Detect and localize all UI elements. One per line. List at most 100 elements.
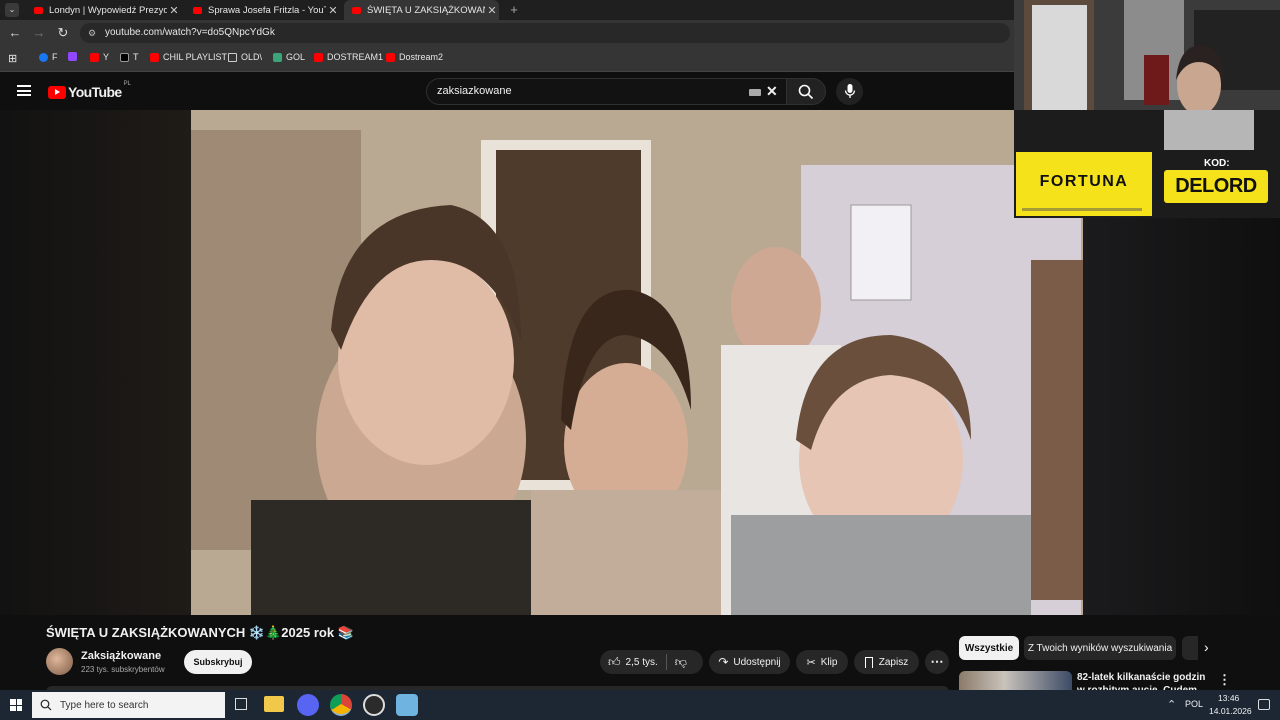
ambient-left xyxy=(0,110,191,615)
keyboard-icon[interactable] xyxy=(749,89,761,96)
browser-tab-active[interactable]: ŚWIĘTA U ZAKSIĄŻKOWANYCH ✕ xyxy=(344,0,499,20)
youtube-logo-text: YouTube xyxy=(68,84,122,100)
bookmark-label: GOL xyxy=(286,52,306,62)
sponsor-name: FORTUNA xyxy=(1039,173,1129,190)
windows-taskbar: Type here to search ⌃ POL 13:46 14.01.20… xyxy=(0,690,1280,720)
bookmarks-bar: ⊞ F Y T CHIL PLAYLIST OLD\ GOL DOSTREAM1… xyxy=(0,45,1014,72)
search-query: zaksiazkowane xyxy=(437,85,512,97)
tab-title: Sprawa Josefa Fritzla - YouTube xyxy=(208,4,326,16)
channel-name[interactable]: Zaksiążkowane xyxy=(81,650,161,662)
thumbs-up-icon: 👍︎ xyxy=(608,654,621,669)
file-explorer-icon[interactable] xyxy=(264,696,284,712)
promo-code-box: DELORD xyxy=(1164,170,1268,203)
youtube-play-icon xyxy=(48,85,66,99)
chip-from-search[interactable]: Z Twoich wyników wyszukiwania xyxy=(1024,636,1176,660)
like-count: 2,5 tys. xyxy=(625,656,658,668)
discord-icon[interactable] xyxy=(297,694,319,716)
bookmark-twitch[interactable] xyxy=(68,52,81,61)
bookmark-folder-old[interactable]: OLD\ xyxy=(228,52,262,62)
video-still-image xyxy=(191,110,1083,615)
new-tab-button[interactable]: + xyxy=(506,2,522,18)
bookmark-dostream2[interactable]: Dostream2 xyxy=(386,52,443,62)
address-bar[interactable]: ⚙ youtube.com/watch?v=do5QNpcYdGk xyxy=(80,23,1010,43)
url-text: youtube.com/watch?v=do5QNpcYdGk xyxy=(105,27,275,38)
dislike-button[interactable]: 👎︎ xyxy=(667,650,687,674)
browser-tab-londyn[interactable]: Londyn | Wypowiedź Prezydenta ✕ xyxy=(26,0,181,20)
recommendation-title[interactable]: 82-latek kilkanaście godzin w rozbitym a… xyxy=(1077,671,1209,691)
folder-icon xyxy=(228,52,237,62)
task-view-icon[interactable] xyxy=(235,698,247,710)
chrome-icon[interactable] xyxy=(330,694,352,716)
tab-title: ŚWIĘTA U ZAKSIĄŻKOWANYCH xyxy=(367,4,485,16)
bookmark-t[interactable]: T xyxy=(120,52,139,62)
hamburger-menu-icon[interactable] xyxy=(17,85,31,96)
close-tab-icon[interactable]: ✕ xyxy=(485,4,499,17)
reload-icon[interactable]: ↻ xyxy=(54,24,72,42)
youtube-icon xyxy=(90,52,99,62)
bookmark-chil-playlist[interactable]: CHIL PLAYLIST xyxy=(150,52,227,62)
system-tray-chevron-icon[interactable]: ⌃ xyxy=(1167,698,1176,711)
clip-button[interactable]: ✂ Klip xyxy=(796,650,848,674)
share-button[interactable]: ↷ Udostępnij xyxy=(709,650,790,674)
clock-date[interactable]: 14.01.2026 xyxy=(1209,706,1252,716)
close-tab-icon[interactable]: ✕ xyxy=(167,4,181,17)
subscribe-button[interactable]: Subskrybuj xyxy=(184,650,252,674)
bookmark-label: T xyxy=(133,52,139,62)
browser-tab-fritzl[interactable]: Sprawa Josefa Fritzla - YouTube ✕ xyxy=(185,0,340,20)
chip-all[interactable]: Wszystkie xyxy=(959,636,1019,660)
site-info-icon[interactable]: ⚙ xyxy=(88,23,96,43)
close-tab-icon[interactable]: ✕ xyxy=(326,4,340,17)
more-horizontal-icon: ⋯ xyxy=(930,654,944,669)
notifications-icon[interactable] xyxy=(1258,699,1270,710)
webcam-overlay xyxy=(1014,0,1280,152)
chips-next-arrow-icon[interactable]: › xyxy=(1204,639,1209,655)
gol-icon xyxy=(273,52,282,62)
taskbar-search-input[interactable]: Type here to search xyxy=(32,692,225,718)
region-code: PL xyxy=(123,81,131,87)
more-actions-button[interactable]: ⋯ xyxy=(925,650,949,674)
search-input[interactable]: zaksiazkowane ✕ xyxy=(426,78,788,105)
notepad-icon[interactable] xyxy=(396,694,418,716)
share-label: Udostępnij xyxy=(733,656,781,668)
thumbs-down-icon: 👎︎ xyxy=(674,654,687,669)
like-button[interactable]: 👍︎ 2,5 tys. xyxy=(600,650,658,674)
youtube-icon xyxy=(386,52,395,62)
bookmark-f[interactable]: F xyxy=(39,52,58,62)
tab-list-chevron-icon[interactable]: ⌄ xyxy=(5,3,19,17)
recommendation-menu-icon[interactable]: ⋮ xyxy=(1218,672,1231,688)
bookmark-label: DOSTREAM1 xyxy=(327,52,384,62)
twitch-icon xyxy=(68,52,77,61)
youtube-favicon-icon xyxy=(34,6,43,14)
clear-search-icon[interactable]: ✕ xyxy=(766,79,778,104)
save-button[interactable]: Zapisz xyxy=(854,650,919,674)
channel-avatar[interactable] xyxy=(46,648,73,675)
bookmark-y[interactable]: Y xyxy=(90,52,109,62)
recommendation-thumbnail[interactable] xyxy=(959,671,1072,691)
promo-code-label: KOD: xyxy=(1204,158,1230,169)
save-label: Zapisz xyxy=(878,656,909,668)
youtube-favicon-icon xyxy=(352,6,361,14)
bookmark-gol[interactable]: GOL xyxy=(273,52,305,62)
webcam-feed-image xyxy=(1014,0,1280,152)
video-frame[interactable] xyxy=(191,110,1083,615)
back-arrow-icon[interactable]: ← xyxy=(6,24,24,42)
input-language[interactable]: POL xyxy=(1185,699,1203,709)
clock-time[interactable]: 13:46 xyxy=(1218,693,1239,703)
windows-start-icon[interactable] xyxy=(10,699,22,711)
voice-search-button[interactable] xyxy=(836,78,863,105)
apps-grid-icon[interactable]: ⊞ xyxy=(8,52,17,65)
bookmark-label: F xyxy=(52,52,58,62)
clip-label: Klip xyxy=(820,656,838,668)
bookmark-save-icon xyxy=(864,656,873,668)
x-logo-icon xyxy=(120,52,129,62)
forward-arrow-icon[interactable]: → xyxy=(30,24,48,42)
obs-icon[interactable] xyxy=(363,694,385,716)
search-button[interactable] xyxy=(786,78,826,105)
subscriber-count: 223 tys. subskrybentów xyxy=(81,665,165,674)
youtube-icon xyxy=(314,52,323,62)
bookmark-label: Dostream2 xyxy=(399,52,444,62)
bookmark-dostream1[interactable]: DOSTREAM1 xyxy=(314,52,383,62)
youtube-logo[interactable]: YouTube PL xyxy=(48,81,131,102)
taskbar-search-placeholder: Type here to search xyxy=(60,699,149,711)
scissors-icon: ✂ xyxy=(806,656,816,669)
